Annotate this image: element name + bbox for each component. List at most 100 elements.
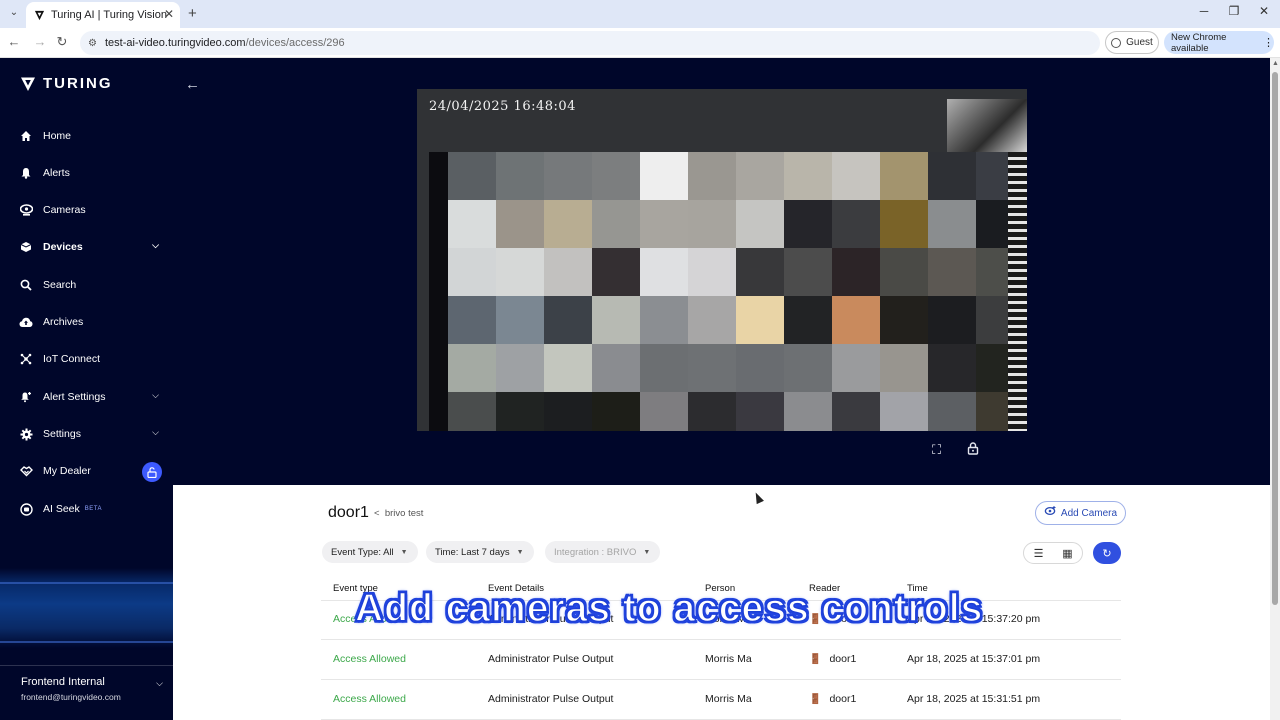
- video-dark-edge: [429, 152, 448, 431]
- mosaic-tile: [592, 392, 640, 431]
- mosaic-tile: [736, 152, 784, 200]
- breadcrumb-parent[interactable]: brivo test: [385, 508, 424, 519]
- sidebar-item-home[interactable]: Home: [0, 120, 173, 152]
- site-info-icon[interactable]: ⚙: [88, 38, 97, 49]
- grid-view-icon[interactable]: ▦: [1053, 543, 1082, 563]
- video-viewer: ← 24/04/2025 16:48:04 ⛶: [173, 58, 1270, 485]
- sidebar-item-alerts[interactable]: Alerts: [0, 157, 173, 189]
- mosaic-tile: [880, 152, 928, 200]
- mosaic-tile: [688, 392, 736, 431]
- sidebar-item-settings[interactable]: Settings ⌵: [0, 418, 173, 450]
- mosaic-tile: [640, 296, 688, 344]
- table-row[interactable]: Access Allowed Administrator Pulse Outpu…: [321, 680, 1121, 720]
- mosaic-tile: [880, 344, 928, 392]
- mosaic-tile: [496, 296, 544, 344]
- mosaic-tile: [832, 344, 880, 392]
- integration-filter-label: Integration : BRIVO: [554, 546, 637, 558]
- lock-icon[interactable]: [967, 442, 979, 458]
- cloud-upload-icon: [19, 315, 33, 329]
- mosaic-tile: [496, 152, 544, 200]
- turing-favicon-icon: [34, 10, 45, 20]
- sidebar-item-cameras[interactable]: Cameras: [0, 194, 173, 226]
- url-bar[interactable]: ⚙ test-ai-video.turingvideo.com/devices/…: [80, 31, 1100, 55]
- chrome-update-button[interactable]: New Chrome available ⋮: [1164, 31, 1274, 54]
- dropdown-arrow-icon: ▼: [400, 548, 408, 556]
- mosaic-tile: [832, 200, 880, 248]
- forward-nav-icon[interactable]: →: [32, 34, 48, 49]
- time-filter-label: Time: Last 7 days: [435, 546, 510, 558]
- mosaic-tile: [448, 200, 496, 248]
- mosaic-tile: [592, 344, 640, 392]
- refresh-button[interactable]: ↻: [1093, 542, 1121, 564]
- tab-search-dropdown-icon[interactable]: ⌄: [6, 7, 22, 21]
- mosaic-tile: [880, 248, 928, 296]
- pixelated-video-content: [448, 152, 1024, 431]
- profile-icon: [1111, 37, 1122, 48]
- page-scrollbar[interactable]: ▲: [1270, 58, 1280, 720]
- gear-icon: [19, 427, 33, 441]
- sidebar-item-ai-seek[interactable]: AI Seek BETA: [0, 493, 173, 525]
- mosaic-tile: [832, 296, 880, 344]
- mosaic-tile: [784, 152, 832, 200]
- time-cell: Apr 18, 2025 at 15:31:51 pm: [907, 693, 1041, 705]
- sidebar-item-archives[interactable]: Archives: [0, 306, 173, 338]
- video-edge-detail: [1008, 152, 1027, 431]
- mosaic-tile: [928, 392, 976, 431]
- chevron-down-icon[interactable]: ⌵: [152, 240, 159, 251]
- video-caption-overlay: Add cameras to access controls: [354, 586, 984, 631]
- mosaic-tile: [880, 296, 928, 344]
- mosaic-tile: [496, 392, 544, 431]
- list-view-icon[interactable]: ☰: [1024, 543, 1053, 563]
- back-nav-icon[interactable]: ←: [6, 34, 22, 49]
- mosaic-tile: [640, 200, 688, 248]
- chevron-down-icon[interactable]: ⌵: [156, 678, 163, 689]
- tab-close-icon[interactable]: ✕: [164, 7, 174, 21]
- mosaic-tile: [736, 248, 784, 296]
- mosaic-tile: [736, 344, 784, 392]
- account-name: Frontend Internal: [21, 676, 105, 688]
- mosaic-tile: [784, 392, 832, 431]
- sidebar-item-label: Cameras: [43, 204, 86, 216]
- guest-profile-button[interactable]: Guest: [1105, 31, 1159, 54]
- mosaic-tile: [832, 152, 880, 200]
- mosaic-tile: [448, 392, 496, 431]
- account-switcher[interactable]: Frontend Internal frontend@turingvideo.c…: [0, 665, 173, 720]
- add-camera-label: Add Camera: [1060, 507, 1118, 519]
- integration-filter: Integration : BRIVO ▼: [545, 541, 661, 563]
- sidebar-item-search[interactable]: Search: [0, 269, 173, 301]
- url-host: test-ai-video.turingvideo.com: [104, 37, 246, 49]
- scroll-up-icon[interactable]: ▲: [1272, 60, 1279, 67]
- turing-logo[interactable]: TURING: [20, 75, 113, 92]
- time-filter[interactable]: Time: Last 7 days ▼: [426, 541, 534, 563]
- mosaic-tile: [640, 152, 688, 200]
- mosaic-tile: [592, 152, 640, 200]
- sidebar-item-alert-settings[interactable]: Alert Settings ⌵: [0, 381, 173, 413]
- new-tab-icon[interactable]: +: [188, 5, 197, 22]
- dealer-icon: [19, 464, 33, 478]
- breadcrumb[interactable]: < brivo test: [374, 508, 423, 519]
- iot-icon: [19, 352, 33, 366]
- mosaic-tile: [832, 248, 880, 296]
- sidebar-item-devices[interactable]: Devices ⌵: [0, 231, 173, 263]
- mosaic-tile: [592, 200, 640, 248]
- dealer-lock-badge[interactable]: [142, 462, 162, 482]
- chevron-down-icon[interactable]: ⌵: [152, 390, 159, 401]
- minimize-icon[interactable]: ─: [1194, 4, 1214, 18]
- chrome-update-label: New Chrome available: [1171, 31, 1227, 54]
- window-close-icon[interactable]: ✕: [1254, 4, 1274, 18]
- browser-tab[interactable]: Turing AI | Turing Vision ✕: [26, 2, 180, 28]
- chrome-menu-icon[interactable]: ⋮: [1263, 36, 1274, 49]
- back-arrow-icon[interactable]: ←: [185, 76, 200, 93]
- add-camera-button[interactable]: Add Camera: [1035, 501, 1126, 525]
- ai-seek-icon: [19, 502, 33, 516]
- fullscreen-icon[interactable]: ⛶: [932, 442, 941, 458]
- event-type-filter[interactable]: Event Type: All ▼: [322, 541, 418, 563]
- sidebar-item-iot-connect[interactable]: IoT Connect: [0, 343, 173, 375]
- table-row[interactable]: Access Allowed Administrator Pulse Outpu…: [321, 640, 1121, 680]
- chevron-down-icon[interactable]: ⌵: [152, 427, 159, 438]
- scrollbar-thumb[interactable]: [1272, 72, 1278, 605]
- reader-name: door1: [829, 653, 857, 665]
- restore-icon[interactable]: ❐: [1224, 4, 1244, 18]
- camera-video-feed[interactable]: 24/04/2025 16:48:04: [417, 89, 1027, 431]
- reload-icon[interactable]: ↻: [54, 34, 70, 50]
